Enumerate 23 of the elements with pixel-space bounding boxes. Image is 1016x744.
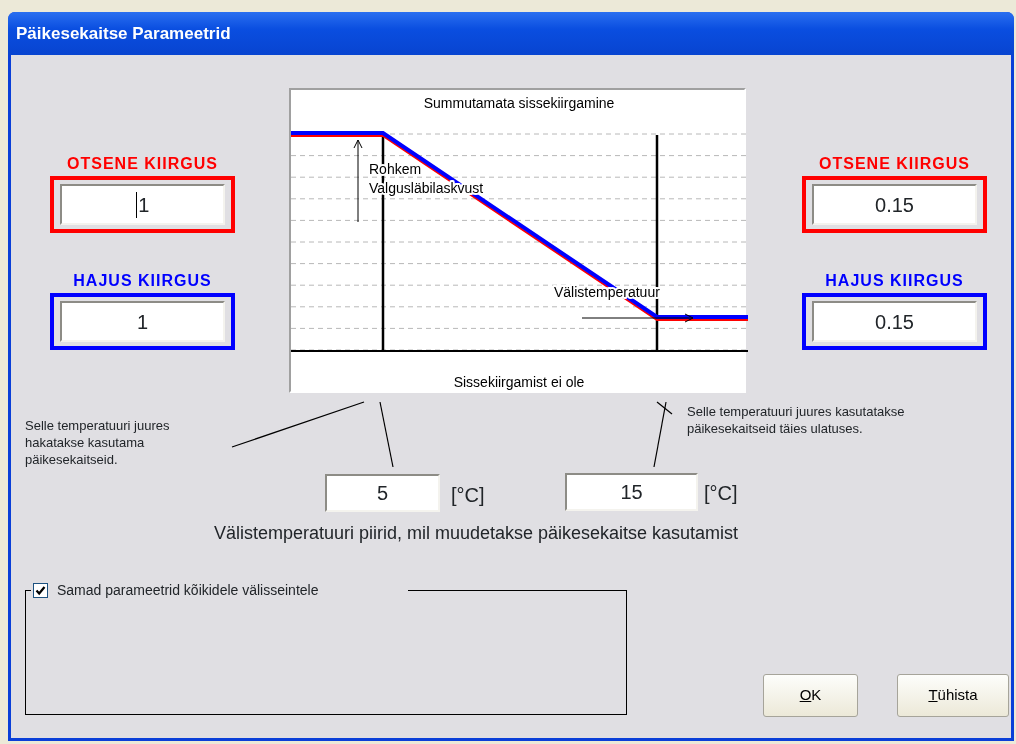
input-field[interactable]: 1 — [60, 184, 225, 225]
input-field[interactable]: 15 — [565, 473, 698, 511]
dialog-button[interactable]: Tühista — [897, 674, 1009, 717]
input-field[interactable]: 1 — [60, 301, 225, 342]
input-field[interactable]: 0.15 — [812, 184, 977, 225]
window-title: Päikesekaitse Parameetrid — [8, 12, 1014, 55]
note-text: Selle temperatuuri juures hakatakse kasutama päikesekaitseid. — [25, 417, 171, 468]
unit-label: [°C] — [704, 481, 738, 506]
diagram-label: Sissekiirgamist ei ole — [453, 374, 585, 390]
checkbox-label: Samad parameetrid kõikidele välisseintele — [57, 581, 320, 600]
checkbox[interactable] — [33, 583, 48, 598]
unit-label: [°C] — [451, 483, 485, 508]
dialog-button[interactable]: OK — [763, 674, 858, 717]
caption-text: Välistemperatuuri piirid, mil muudetakse päikesekaitse kasutamist — [212, 522, 740, 545]
panel-label: OTSENE KIIRGUS — [66, 154, 219, 174]
panel-label: HAJUS KIIRGUS — [72, 271, 213, 291]
leader-line — [379, 401, 394, 468]
input-field[interactable]: 0.15 — [812, 301, 977, 342]
panel-label: HAJUS KIIRGUS — [824, 271, 965, 291]
diagram-label: Summutamata sissekiirgamine — [423, 95, 615, 111]
note-text: Selle temperatuuri juures kasutatakse päikesekaitseid täies ulatuses. — [687, 403, 906, 437]
input-field[interactable]: 5 — [325, 474, 440, 512]
panel-label: OTSENE KIIRGUS — [818, 154, 971, 174]
